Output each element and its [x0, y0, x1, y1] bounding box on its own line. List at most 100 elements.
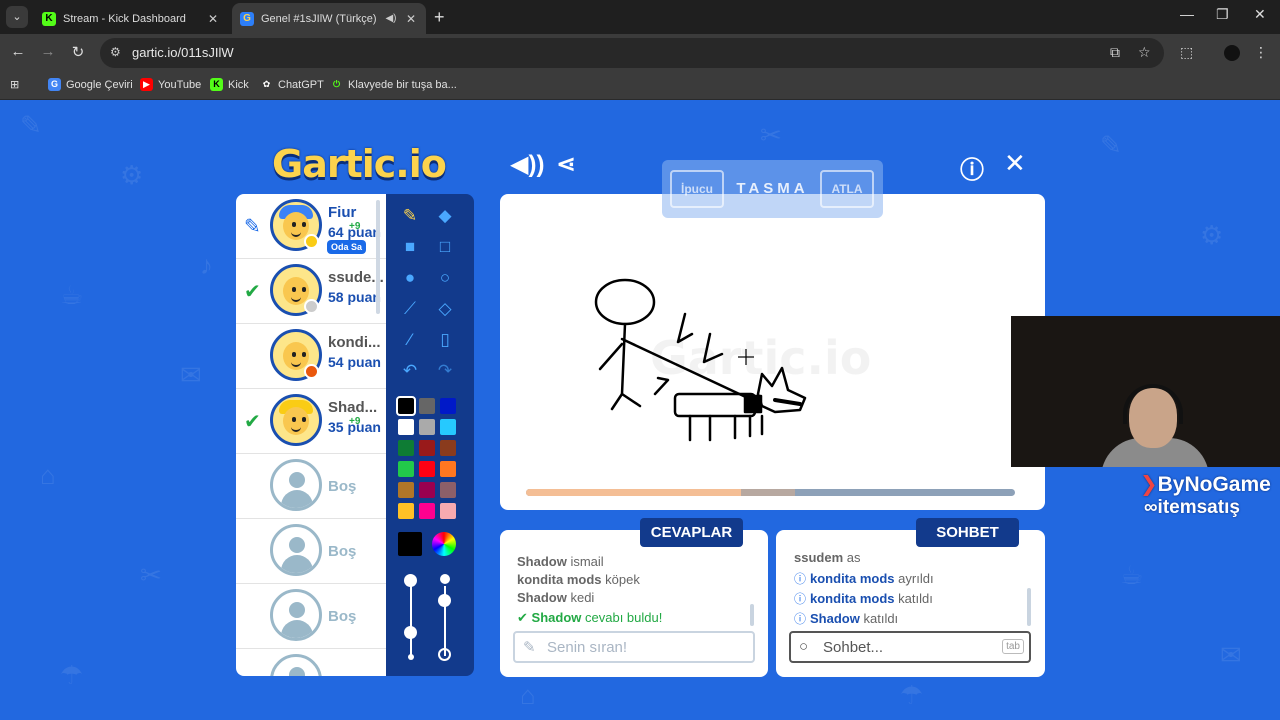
player-row[interactable]: kondi... 54 puan [236, 324, 386, 389]
filled-circle-tool-icon[interactable]: ● [395, 264, 425, 292]
profile-avatar[interactable] [1224, 45, 1240, 61]
kick-icon: K [42, 11, 56, 26]
player-row[interactable]: ✔ ssude... 58 puan [236, 259, 386, 324]
current-color [398, 532, 422, 556]
empty-slot: Boş [236, 454, 386, 519]
players-scrollbar[interactable] [376, 200, 380, 314]
color-swatch[interactable] [398, 503, 414, 519]
answer-user: Shadow [517, 554, 567, 569]
line-tool-icon[interactable]: ⟋ [395, 295, 425, 323]
eraser-tool-icon[interactable]: ◆ [430, 202, 460, 230]
status-badge [304, 299, 319, 314]
players-list: ✎ Fiur 64 puan +9 Oda Sa ✔ ssude... 58 p… [236, 194, 386, 676]
fill-tool-icon[interactable]: ◇ [430, 295, 460, 323]
color-wheel-icon[interactable] [432, 532, 456, 556]
check-icon: ✔ [517, 610, 528, 625]
color-swatch[interactable] [440, 419, 456, 435]
chat-scrollbar[interactable] [1027, 588, 1031, 626]
player-points: 54 puan [328, 354, 381, 370]
tab-kick-dashboard[interactable]: K Stream - Kick Dashboard ✕ [34, 3, 228, 34]
chat-user: ssudem [794, 550, 844, 565]
hint-button[interactable]: İpucu [670, 170, 724, 208]
color-swatch[interactable] [440, 398, 456, 414]
rect-tool-icon[interactable]: □ [430, 233, 460, 261]
answer-input[interactable]: ✎ Senin sıran! [513, 631, 755, 663]
reload-button[interactable]: ↻ [68, 43, 88, 61]
youtube-icon: ▶ [140, 78, 153, 91]
bookmark-klavye[interactable]: ⏻ Klavyede bir tuşa ba... [330, 78, 457, 91]
site-info-icon[interactable]: ⚙ [110, 45, 121, 59]
chat-text: ayrıldı [898, 571, 934, 586]
color-swatch[interactable] [419, 440, 435, 456]
exit-icon[interactable]: ✕ [1004, 148, 1026, 179]
tab-gartic[interactable]: G Genel #1sJIlW (Türkçe) - Ga ◀) ✕ [232, 3, 426, 34]
address-bar[interactable]: ⚙ gartic.io/011sJIlW ⧉ ☆ [100, 38, 1164, 68]
drawing-canvas[interactable]: Gartic.io [500, 194, 1045, 510]
size-slider-knob[interactable] [404, 626, 417, 639]
close-icon[interactable]: ✕ [206, 12, 220, 26]
answers-scrollbar[interactable] [750, 604, 754, 626]
chat-bubble-icon: ○ [799, 638, 809, 655]
color-swatch[interactable] [440, 482, 456, 498]
new-tab-button[interactable]: + [434, 7, 445, 28]
eyedropper-tool-icon[interactable]: ⁄ [395, 326, 425, 354]
clear-tool-icon[interactable]: ▯ [430, 326, 460, 354]
speaker-icon[interactable]: ◀) [384, 13, 398, 24]
forward-button[interactable]: → [38, 43, 58, 60]
bookmark-youtube[interactable]: ▶ YouTube [140, 78, 201, 91]
bookmark-chatgpt[interactable]: ✿ ChatGPT [260, 78, 324, 91]
bookmark-label: YouTube [158, 78, 202, 91]
pencil-icon: ✎ [523, 639, 536, 656]
color-swatch[interactable] [419, 482, 435, 498]
color-swatch[interactable] [396, 396, 416, 416]
answer-placeholder: Senin sıran! [547, 639, 628, 656]
color-swatch[interactable] [398, 419, 414, 435]
color-swatch[interactable] [398, 440, 414, 456]
color-swatch[interactable] [419, 461, 435, 477]
color-swatch[interactable] [398, 482, 414, 498]
pencil-tool-icon[interactable]: ✎ [395, 202, 425, 230]
undo-tool-icon[interactable]: ↶ [395, 357, 425, 385]
bookmark-star-icon[interactable]: ☆ [1138, 44, 1151, 61]
apps-icon[interactable]: ⊞ [10, 78, 19, 91]
chat-text: katıldı [863, 611, 899, 626]
player-row[interactable]: ✔ Shad... 35 puan +9 [236, 389, 386, 454]
color-swatch[interactable] [398, 461, 414, 477]
color-swatch[interactable] [419, 503, 435, 519]
opacity-slider-knob[interactable] [438, 594, 451, 607]
chat-input[interactable]: ○ Sohbet... tab [789, 631, 1031, 663]
chatgpt-icon: ✿ [262, 79, 271, 89]
close-icon[interactable]: ✕ [404, 12, 418, 26]
extensions-icon[interactable]: ⬚ [1180, 44, 1193, 61]
size-slider[interactable] [410, 586, 412, 656]
back-button[interactable]: ← [8, 43, 28, 60]
color-swatch[interactable] [440, 440, 456, 456]
answer-user: Shadow [531, 610, 582, 625]
tab-title: Genel #1sJIlW (Türkçe) - Ga [261, 12, 378, 25]
minimize-button[interactable]: — [1180, 6, 1194, 22]
redo-tool-icon[interactable]: ↷ [430, 357, 460, 385]
tab-search-button[interactable]: ⌄ [6, 6, 28, 28]
install-icon[interactable]: ⧉ [1110, 44, 1120, 61]
color-swatch[interactable] [440, 503, 456, 519]
bookmark-kick[interactable]: K Kick [210, 78, 249, 91]
size-slider-top [404, 574, 417, 587]
player-row[interactable]: ✎ Fiur 64 puan +9 Oda Sa [236, 194, 386, 259]
filled-rect-tool-icon[interactable]: ■ [395, 233, 425, 261]
info-icon[interactable]: ⓘ [960, 150, 984, 185]
player-name: Fiur [328, 204, 357, 221]
sound-icon[interactable]: ◀)) [510, 150, 544, 179]
color-swatch[interactable] [440, 461, 456, 477]
points-gain: +9 [349, 416, 361, 427]
color-swatch[interactable] [419, 419, 435, 435]
close-window-button[interactable]: ✕ [1254, 6, 1266, 23]
color-swatch[interactable] [419, 398, 435, 414]
skip-button[interactable]: ATLA [820, 170, 874, 208]
info-icon: ⓘ [794, 572, 807, 586]
maximize-button[interactable]: ❐ [1216, 6, 1229, 23]
bookmark-google-ceviri[interactable]: G Google Çeviri [48, 78, 133, 91]
share-icon[interactable]: ⋖ [556, 150, 576, 179]
answer-user: kondita mods [517, 572, 602, 587]
circle-tool-icon[interactable]: ○ [430, 264, 460, 292]
menu-icon[interactable]: ⋮ [1254, 44, 1268, 61]
